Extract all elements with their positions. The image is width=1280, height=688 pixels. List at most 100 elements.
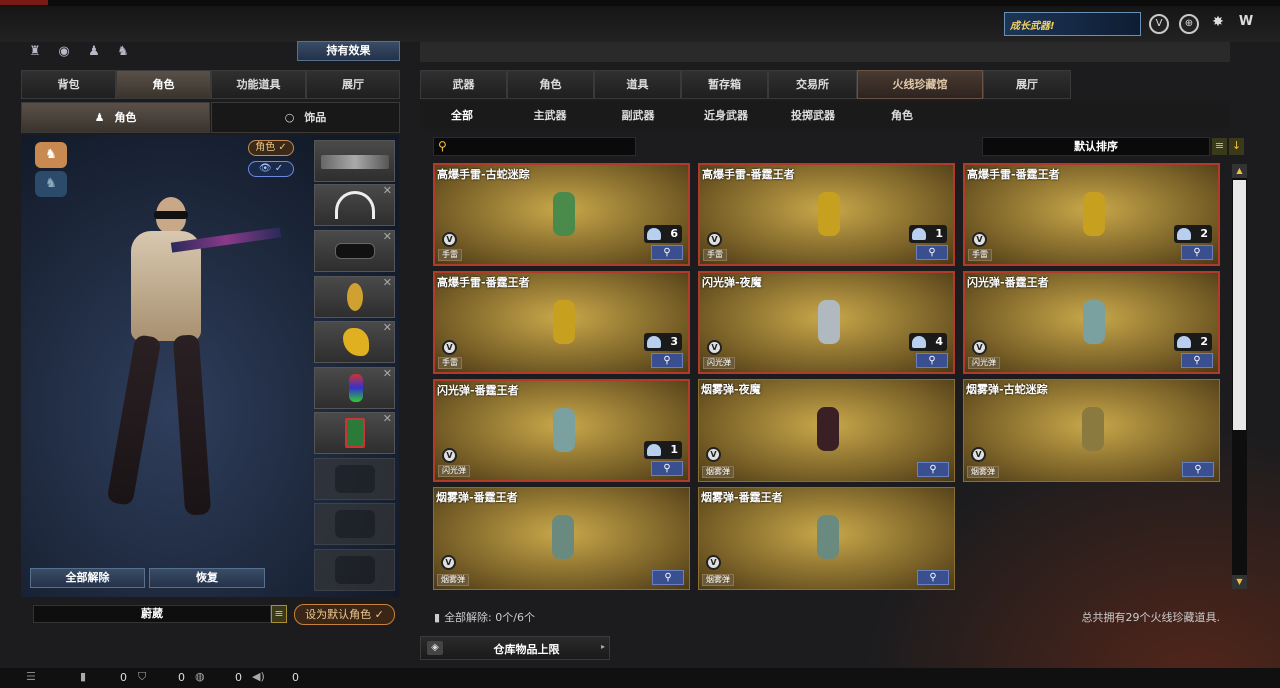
- bag-icon[interactable]: ♞: [114, 43, 132, 61]
- name-list-icon[interactable]: ≡: [271, 605, 287, 623]
- growth-weapon-banner[interactable]: 成长武器!: [1004, 12, 1141, 36]
- tab-items[interactable]: 道具: [594, 70, 681, 99]
- tab-right-showroom[interactable]: 展厅: [983, 70, 1071, 99]
- inspect-button[interactable]: ⚲: [651, 461, 683, 476]
- item-type-tag: 闪光弹: [968, 357, 1000, 369]
- headphones-icon: [335, 191, 375, 219]
- holding-effect-button[interactable]: 持有效果: [297, 41, 400, 61]
- slot-empty-3[interactable]: [314, 549, 395, 591]
- w-logo-icon[interactable]: W: [1236, 14, 1256, 34]
- slot-card[interactable]: ✕: [314, 412, 395, 454]
- tab-exchange[interactable]: 交易所: [768, 70, 857, 99]
- restore-button[interactable]: 恢复: [149, 568, 265, 588]
- item-name: 烟雾弹-番霆王者: [436, 491, 518, 504]
- remove-icon[interactable]: ✕: [383, 412, 392, 425]
- item-card[interactable]: 高爆手雷-番霆王者 V 手雷 2 ⚲: [963, 163, 1220, 266]
- subtab-accessory[interactable]: ○ 饰品: [211, 102, 400, 133]
- tab-weapons[interactable]: 武器: [420, 70, 507, 99]
- scroll-down-icon[interactable]: ▼: [1232, 575, 1247, 589]
- item-card[interactable]: 闪光弹-番霆王者 V 闪光弹 2 ⚲: [963, 271, 1220, 374]
- inspect-button[interactable]: ⚲: [651, 245, 683, 260]
- sort-dropdown[interactable]: 默认排序: [982, 137, 1210, 156]
- remove-icon[interactable]: ✕: [383, 367, 392, 380]
- slot-golden-pet[interactable]: ✕: [314, 321, 395, 363]
- remove-icon[interactable]: ✕: [383, 184, 392, 197]
- item-type-tag: 烟雾弹: [702, 574, 734, 586]
- inspect-button[interactable]: ⚲: [1181, 353, 1213, 368]
- subtab-throwables[interactable]: 投掷武器: [782, 103, 844, 129]
- subtab-character[interactable]: ♟ 角色: [21, 102, 210, 133]
- magnifier-icon: ⚲: [663, 247, 671, 258]
- subtab-secondary[interactable]: 副武器: [608, 103, 668, 129]
- search-field[interactable]: [454, 139, 629, 154]
- tab-showroom[interactable]: 展厅: [306, 70, 400, 99]
- remove-icon[interactable]: ✕: [383, 321, 392, 334]
- role-visibility-toggle[interactable]: 角色 ✓: [248, 140, 294, 156]
- menu-icon[interactable]: ☰: [26, 670, 36, 683]
- crosshair-icon[interactable]: ⊕: [1179, 14, 1199, 34]
- remove-icon[interactable]: ✕: [383, 276, 392, 289]
- inspect-button[interactable]: ⚲: [1182, 462, 1214, 477]
- stats-icon[interactable]: ♜: [26, 43, 44, 61]
- slot-empty-1[interactable]: [314, 458, 395, 500]
- tab-backpack[interactable]: 背包: [21, 70, 116, 99]
- character-icon-alt[interactable]: ♞: [35, 171, 67, 197]
- list-view-icon[interactable]: ≡: [1212, 138, 1227, 155]
- v-badge-icon: V: [441, 555, 456, 570]
- item-card[interactable]: 高爆手雷-番霆王者 V 手雷 1 ⚲: [698, 163, 955, 266]
- inspect-button[interactable]: ⚲: [916, 245, 948, 260]
- item-card[interactable]: 烟雾弹-番霆王者 V 烟雾弹 ⚲: [698, 487, 955, 590]
- subtab-all[interactable]: 全部: [437, 103, 487, 129]
- item-scrollbar[interactable]: ▲ ▼: [1232, 164, 1247, 589]
- item-card[interactable]: 高爆手雷-古蛇迷踪 V 手雷 6 ⚲: [433, 163, 690, 266]
- set-default-character-button[interactable]: 设为默认角色 ✓: [294, 604, 395, 625]
- eye-icon[interactable]: ◉: [55, 43, 73, 61]
- tab-temp-storage[interactable]: 暂存箱: [681, 70, 768, 99]
- item-name: 闪光弹-番霆王者: [437, 384, 519, 397]
- tab-character[interactable]: 角色: [116, 70, 211, 99]
- inspect-button[interactable]: ⚲: [917, 462, 949, 477]
- item-quantity: 2: [1174, 225, 1212, 243]
- storage-limit-button[interactable]: ◈ 仓库物品上限 ▸: [420, 636, 610, 660]
- item-card[interactable]: 闪光弹-夜魔 V 闪光弹 4 ⚲: [698, 271, 955, 374]
- eye-visibility-toggle[interactable]: 👁 ✓: [248, 161, 294, 177]
- inspect-button[interactable]: ⚲: [917, 570, 949, 585]
- item-card[interactable]: 高爆手雷-番霆王者 V 手雷 3 ⚲: [433, 271, 690, 374]
- person-icon[interactable]: ♟: [85, 43, 103, 61]
- slot-goggles[interactable]: ✕: [314, 230, 395, 272]
- tab-function-items[interactable]: 功能道具: [211, 70, 306, 99]
- grenade-item-icon: [553, 300, 575, 344]
- item-card[interactable]: 烟雾弹-夜魔 V 烟雾弹 ⚲: [698, 379, 955, 482]
- character-name-field[interactable]: 蔚葳: [33, 605, 271, 623]
- item-card[interactable]: 闪光弹-番霆王者 V 闪光弹 1 ⚲: [433, 379, 690, 482]
- scroll-up-icon[interactable]: ▲: [1232, 164, 1247, 178]
- ammo-icon: ▮: [80, 670, 87, 683]
- slot-empty-2[interactable]: [314, 503, 395, 545]
- tab-collection-museum[interactable]: 火线珍藏馆: [857, 70, 983, 99]
- slot-bottle[interactable]: ✕: [314, 367, 395, 409]
- item-card[interactable]: 烟雾弹-古蛇迷踪 V 烟雾弹 ⚲: [963, 379, 1220, 482]
- scroll-thumb[interactable]: [1233, 180, 1246, 430]
- inspect-button[interactable]: ⚲: [1181, 245, 1213, 260]
- character-icon-active[interactable]: ♞: [35, 142, 67, 168]
- subtab-melee[interactable]: 近身武器: [695, 103, 757, 129]
- tab-characters[interactable]: 角色: [507, 70, 594, 99]
- subtab-primary[interactable]: 主武器: [520, 103, 580, 129]
- grenade-icon[interactable]: ✸: [1208, 14, 1228, 34]
- inspect-button[interactable]: ⚲: [652, 570, 684, 585]
- slot-weapon[interactable]: [314, 140, 395, 182]
- item-card[interactable]: 烟雾弹-番霆王者 V 烟雾弹 ⚲: [433, 487, 690, 590]
- slot-headphones[interactable]: ✕: [314, 184, 395, 226]
- shield-v-icon[interactable]: V: [1149, 14, 1169, 34]
- sort-direction-icon[interactable]: ↓: [1229, 138, 1244, 155]
- bottle-icon: [349, 374, 363, 402]
- item-name: 烟雾弹-番霆王者: [701, 491, 783, 504]
- slot-medal[interactable]: ✕: [314, 276, 395, 318]
- inspect-button[interactable]: ⚲: [651, 353, 683, 368]
- subtab-right-character[interactable]: 角色: [877, 103, 927, 129]
- unequip-all-button[interactable]: 全部解除: [30, 568, 145, 588]
- search-input[interactable]: ⚲: [433, 137, 636, 156]
- magnifier-icon: ⚲: [929, 464, 937, 475]
- remove-icon[interactable]: ✕: [383, 230, 392, 243]
- inspect-button[interactable]: ⚲: [916, 353, 948, 368]
